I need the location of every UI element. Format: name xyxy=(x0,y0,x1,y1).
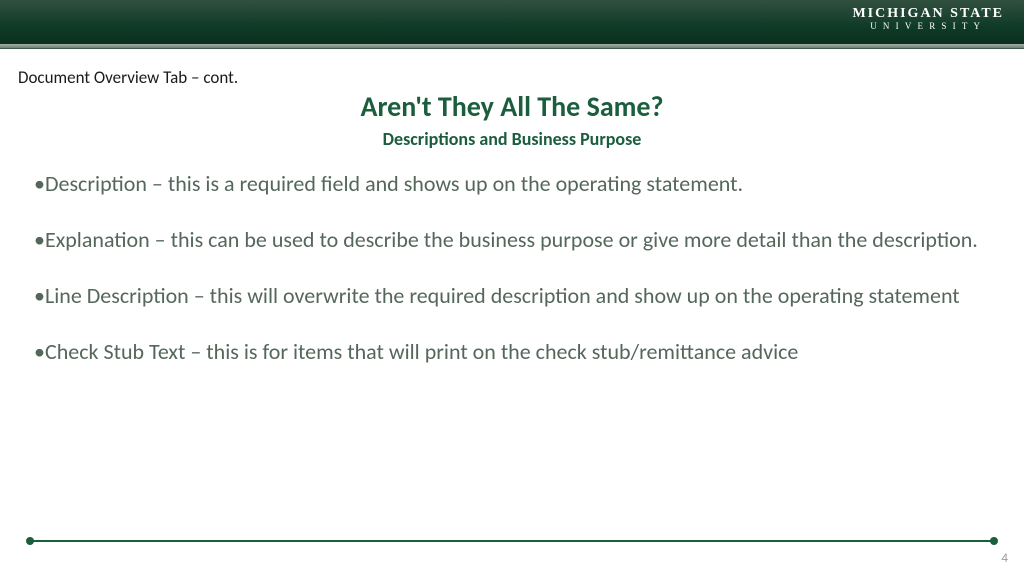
list-item: Description – this is a required field a… xyxy=(34,171,994,197)
breadcrumb: Document Overview Tab – cont. xyxy=(18,67,238,88)
slide-subtitle: Descriptions and Business Purpose xyxy=(0,128,1024,150)
list-item: Check Stub Text – this is for items that… xyxy=(34,339,994,365)
header-band: MICHIGAN STATE UNIVERSITY xyxy=(0,0,1024,44)
slide-body: Document Overview Tab – cont. Aren't The… xyxy=(0,49,1024,576)
logo-line-1: MICHIGAN STATE xyxy=(852,6,1004,22)
bullet-list: Description – this is a required field a… xyxy=(34,171,994,395)
divider-dot-right xyxy=(990,537,998,545)
university-logo: MICHIGAN STATE UNIVERSITY xyxy=(852,6,1004,31)
page-number: 4 xyxy=(1001,551,1008,566)
list-item: Explanation – this can be used to descri… xyxy=(34,227,994,253)
logo-line-2: UNIVERSITY xyxy=(852,21,1004,31)
list-item: Line Description – this will overwrite t… xyxy=(34,283,994,309)
headline-block: Aren't They All The Same? Descriptions a… xyxy=(0,89,1024,150)
divider-dot-left xyxy=(26,537,34,545)
divider-line xyxy=(30,540,994,542)
slide-title: Aren't They All The Same? xyxy=(0,89,1024,124)
